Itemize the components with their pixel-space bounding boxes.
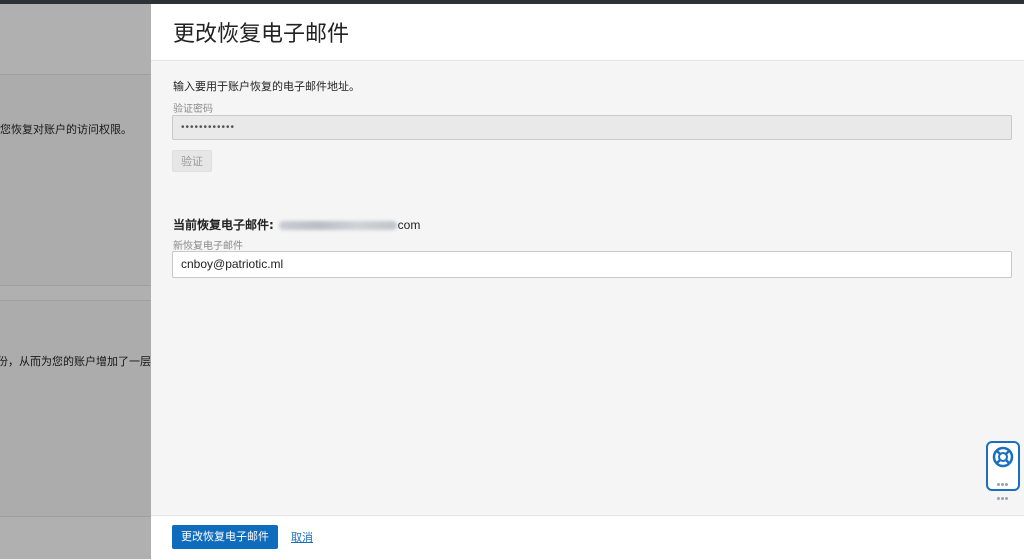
change-recovery-email-panel: 更改恢复电子邮件 输入要用于账户恢复的电子邮件地址。 验证密码 ••••••••…	[151, 4, 1024, 560]
current-email-suffix: com	[397, 218, 421, 232]
page-title: 更改恢复电子邮件	[173, 22, 350, 47]
cancel-link[interactable]: 取消	[291, 529, 313, 545]
panel-footer: 更改恢复电子邮件 取消	[151, 515, 1024, 560]
verify-button[interactable]: 验证	[172, 150, 212, 172]
change-email-button[interactable]: 更改恢复电子邮件	[172, 525, 278, 549]
verify-password-label: 验证密码	[173, 104, 213, 115]
instruction-text: 输入要用于账户恢复的电子邮件地址。	[173, 80, 360, 93]
panel-header: 更改恢复电子邮件	[151, 4, 1024, 61]
modal-overlay[interactable]	[0, 4, 151, 559]
current-recovery-email: 当前恢复电子邮件: com	[173, 216, 420, 233]
help-widget-button[interactable]	[986, 441, 1020, 500]
redacted-email	[278, 221, 397, 230]
new-email-field[interactable]: cnboy@patriotic.ml	[172, 251, 1012, 278]
current-email-label: 当前恢复电子邮件:	[173, 218, 274, 232]
new-email-label: 新恢复电子邮件	[173, 241, 243, 252]
verify-password-field[interactable]: ••••••••••••	[172, 115, 1012, 140]
lifebuoy-icon	[992, 446, 1014, 468]
drag-handle-icon[interactable]	[997, 476, 1011, 504]
